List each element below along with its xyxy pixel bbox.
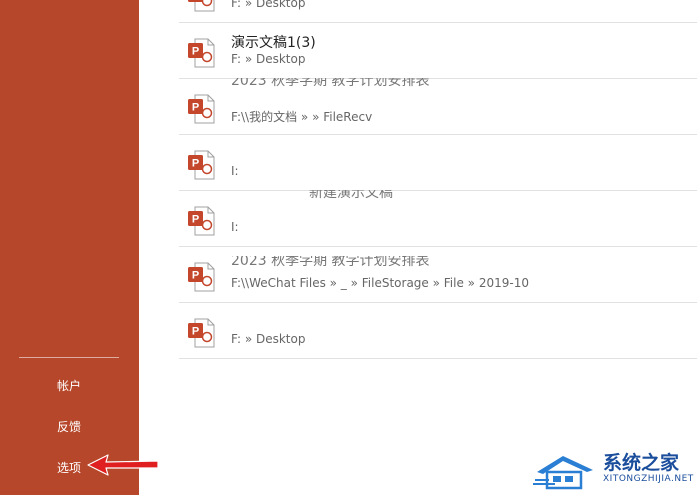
powerpoint-file-icon: P [188, 206, 215, 236]
site-watermark: 系统之家 XITONGZHIJIA.NET [533, 446, 695, 492]
file-path: F: » Desktop [231, 52, 306, 66]
powerpoint-file-icon: P [188, 318, 215, 348]
svg-text:P: P [192, 270, 199, 282]
svg-text:P: P [192, 214, 199, 226]
recent-file-row[interactable]: P I: [179, 134, 697, 191]
recent-file-row[interactable]: 2023 秋季学期 教学计划安排表 P F:\\WeChat Files » _… [179, 246, 697, 303]
recent-file-row[interactable]: P F: » Desktop [179, 302, 697, 359]
svg-text:P: P [192, 158, 199, 170]
svg-text:P: P [192, 102, 199, 114]
recent-files-list: P F: » Desktop P 演示文稿1(3) F: » Desktop 2… [139, 0, 697, 495]
sidebar-item-feedback[interactable]: 反馈 [57, 418, 81, 435]
watermark-title: 系统之家 [603, 452, 680, 474]
powerpoint-file-icon: P [188, 150, 215, 180]
file-name-obscured: 2023 秋季学期 教学计划安排表 [231, 78, 430, 87]
file-name-obscured: 新建演示文稿 [309, 190, 393, 199]
watermark-subtitle: XITONGZHIJIA.NET [603, 474, 694, 484]
powerpoint-file-icon: P [188, 38, 215, 68]
file-path: F:\\我的文档 » » FileRecv [231, 110, 373, 124]
file-path: F: » Desktop [231, 332, 306, 346]
recent-file-row[interactable]: P F: » Desktop [179, 0, 697, 23]
file-name-obscured: 2023 秋季学期 教学计划安排表 [231, 256, 430, 268]
recent-file-row[interactable]: P 演示文稿1(3) F: » Desktop [179, 22, 697, 79]
svg-text:P: P [192, 46, 199, 58]
file-name: 演示文稿1(3) [231, 35, 316, 51]
svg-text:P: P [192, 0, 199, 2]
svg-text:P: P [192, 326, 199, 338]
file-path: F:\\WeChat Files » _ » FileStorage » Fil… [231, 276, 529, 290]
house-logo-icon [533, 456, 593, 490]
powerpoint-file-icon: P [188, 262, 215, 292]
file-path: I: [231, 220, 239, 234]
powerpoint-file-icon: P [188, 94, 215, 124]
sidebar-item-options[interactable]: 选项 [57, 459, 81, 476]
sidebar-divider [19, 357, 119, 358]
powerpoint-file-icon: P [188, 0, 215, 12]
red-arrow-annotation [87, 454, 159, 476]
recent-file-row[interactable]: 2023 秋季学期 教学计划安排表 P F:\\我的文档 » » FileRec… [179, 78, 697, 135]
recent-file-row[interactable]: 新建演示文稿 P I: [179, 190, 697, 247]
backstage-sidebar: 帐户 反馈 选项 [0, 0, 139, 495]
file-path: F: » Desktop [231, 0, 306, 10]
sidebar-item-account[interactable]: 帐户 [57, 377, 81, 394]
file-path: I: [231, 164, 239, 178]
